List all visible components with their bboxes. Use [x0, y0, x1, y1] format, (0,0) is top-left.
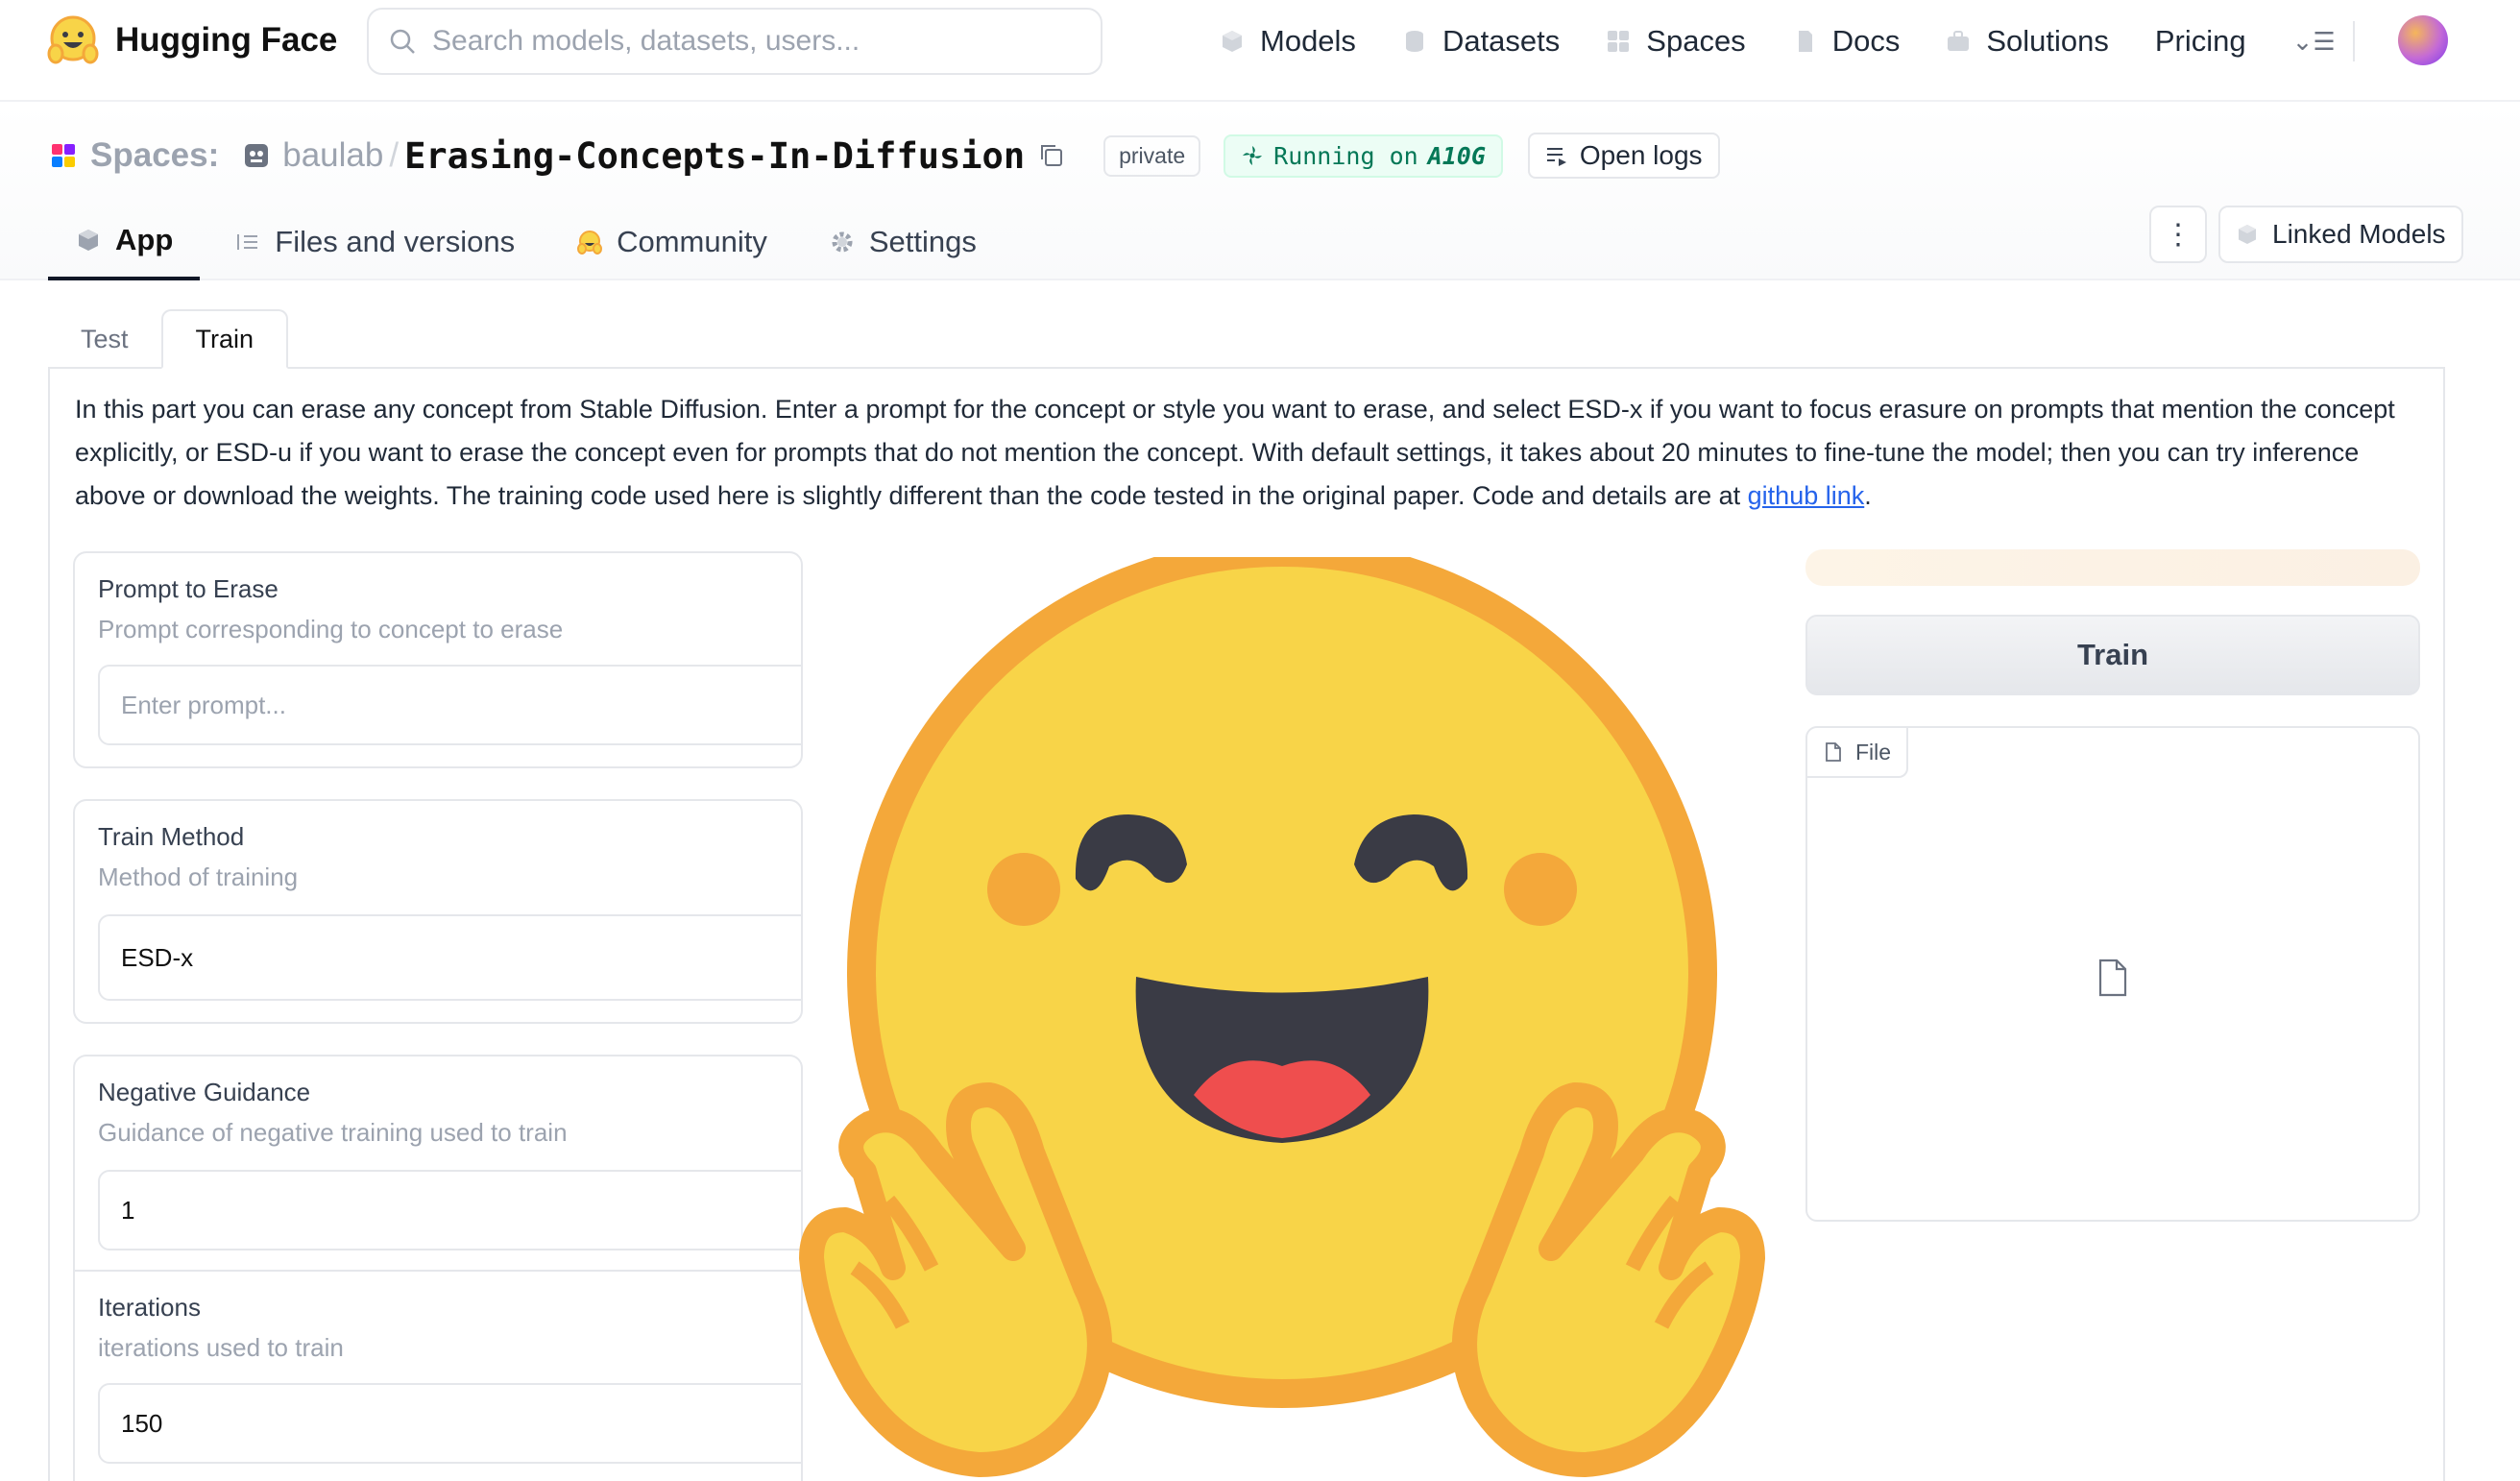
- train-method-block: Train Method Method of training ESD-x: [73, 799, 803, 1024]
- space-name-link[interactable]: Erasing-Concepts-In-Diffusion: [404, 135, 1025, 177]
- more-options-button[interactable]: ⋮: [2149, 206, 2207, 263]
- cube-icon: [79, 230, 98, 251]
- nav-datasets-label: Datasets: [1442, 24, 1561, 58]
- tab-app-label: App: [115, 223, 174, 256]
- breadcrumb: Spaces: baulab / Erasing-Concepts-In-Dif…: [50, 133, 1720, 179]
- app-tab-train[interactable]: Train: [160, 309, 289, 369]
- tab-app[interactable]: App: [48, 204, 201, 280]
- prompt-input[interactable]: Enter prompt...: [98, 665, 801, 745]
- grid-icon: [1608, 31, 1630, 52]
- linked-models-label: Linked Models: [2272, 219, 2446, 249]
- description-text: In this part you can erase any concept f…: [75, 395, 2395, 510]
- hugging-face-mascot-icon: [799, 557, 1765, 1477]
- train-button[interactable]: Train: [1805, 615, 2420, 695]
- kebab-icon: ⋮: [2164, 218, 2193, 251]
- train-method-label: Train Method: [98, 822, 245, 851]
- brand-name: Hugging Face: [115, 21, 338, 59]
- negative-guidance-info: Guidance of negative training used to tr…: [98, 1118, 568, 1147]
- nav-pricing-label: Pricing: [2154, 24, 2246, 58]
- nav-links: Models Datasets Spaces Docs Solutions Pr…: [1220, 19, 2336, 63]
- gear-icon: [832, 231, 853, 253]
- hugging-face-logo-icon: [47, 15, 99, 64]
- prompt-info: Prompt corresponding to concept to erase: [98, 615, 564, 643]
- files-icon: [237, 234, 258, 250]
- iterations-info: iterations used to train: [98, 1333, 344, 1362]
- logs-icon: [1546, 148, 1566, 166]
- nav-solutions-link[interactable]: Solutions: [1946, 24, 2109, 59]
- tab-files-label: Files and versions: [275, 225, 516, 258]
- train-description: In this part you can erase any concept f…: [75, 388, 2418, 518]
- open-logs-button[interactable]: Open logs: [1527, 133, 1720, 179]
- file-icon: [1826, 742, 1841, 762]
- tab-settings[interactable]: Settings: [802, 204, 1004, 280]
- negative-guidance-input[interactable]: 1: [98, 1170, 801, 1250]
- tab-community[interactable]: Community: [549, 204, 794, 280]
- spaces-label: Spaces:: [90, 136, 220, 174]
- github-link[interactable]: github link: [1748, 481, 1865, 510]
- nav-spaces-label: Spaces: [1646, 24, 1746, 58]
- hf-face-icon: [577, 231, 603, 255]
- train-method-info: Method of training: [98, 862, 299, 891]
- tab-files[interactable]: Files and versions: [207, 204, 542, 280]
- app-tabs: Test Train: [48, 309, 289, 369]
- nav-models-label: Models: [1260, 24, 1356, 58]
- user-avatar[interactable]: [2398, 15, 2448, 65]
- prompt-block: Prompt to Erase Prompt corresponding to …: [73, 551, 803, 768]
- description-end: .: [1864, 481, 1872, 510]
- breadcrumb-separator: /: [389, 136, 400, 174]
- search-input[interactable]: [432, 25, 1066, 58]
- iterations-block: Iterations iterations used to train 150: [73, 1270, 803, 1481]
- open-logs-label: Open logs: [1579, 140, 1703, 170]
- copy-icon[interactable]: [1038, 142, 1065, 169]
- tab-community-label: Community: [617, 225, 767, 258]
- fan-icon: [1243, 146, 1263, 165]
- file-output[interactable]: File: [1805, 726, 2420, 1222]
- status-text: Running on: [1273, 141, 1418, 170]
- negative-guidance-label: Negative Guidance: [98, 1078, 311, 1106]
- linked-models-button[interactable]: Linked Models: [2218, 206, 2463, 263]
- space-header: Spaces: baulab / Erasing-Concepts-In-Dif…: [0, 104, 2520, 280]
- progress-bar: [1805, 549, 2420, 586]
- search-icon: [390, 29, 415, 54]
- tab-settings-label: Settings: [868, 225, 977, 258]
- more-menu-icon[interactable]: ⌄☰: [2292, 27, 2336, 57]
- empty-file-icon: [2098, 959, 2127, 997]
- nav-datasets-link[interactable]: Datasets: [1402, 24, 1560, 59]
- search-box[interactable]: [367, 8, 1102, 75]
- nav-solutions-label: Solutions: [1986, 24, 2109, 58]
- nav-models-link[interactable]: Models: [1220, 24, 1356, 59]
- spaces-icon: [52, 144, 75, 167]
- nav-divider: [2353, 21, 2355, 61]
- app-tab-test[interactable]: Test: [48, 309, 161, 369]
- status-badge[interactable]: Running on A10G: [1224, 134, 1503, 178]
- iterations-input[interactable]: 150: [98, 1383, 801, 1464]
- space-tabs: App Files and versions Community Setting…: [48, 204, 1011, 280]
- visibility-badge: private: [1103, 134, 1201, 177]
- nav-pricing-link[interactable]: Pricing: [2155, 24, 2246, 59]
- nav-docs-label: Docs: [1831, 24, 1901, 58]
- database-icon: [1405, 31, 1423, 52]
- top-nav: Hugging Face Models Datasets Spaces Docs…: [0, 0, 2520, 102]
- prompt-label: Prompt to Erase: [98, 574, 279, 603]
- train-method-select[interactable]: ESD-x: [98, 914, 801, 1001]
- iterations-label: Iterations: [98, 1293, 201, 1322]
- doc-icon: [1798, 31, 1812, 52]
- nav-spaces-link[interactable]: Spaces: [1606, 24, 1746, 59]
- owner-avatar-icon: [245, 144, 269, 167]
- cube-icon: [2239, 225, 2256, 244]
- file-tag-label: File: [1855, 739, 1892, 765]
- cube-icon: [1223, 31, 1242, 52]
- status-hardware: A10G: [1427, 141, 1486, 170]
- negative-guidance-block: Negative Guidance Guidance of negative t…: [73, 1055, 803, 1272]
- file-tag: File: [1807, 728, 1909, 778]
- brand-home-link[interactable]: Hugging Face: [46, 13, 337, 67]
- nav-docs-link[interactable]: Docs: [1792, 24, 1901, 59]
- briefcase-icon: [1948, 31, 1970, 51]
- owner-link[interactable]: baulab: [282, 136, 383, 175]
